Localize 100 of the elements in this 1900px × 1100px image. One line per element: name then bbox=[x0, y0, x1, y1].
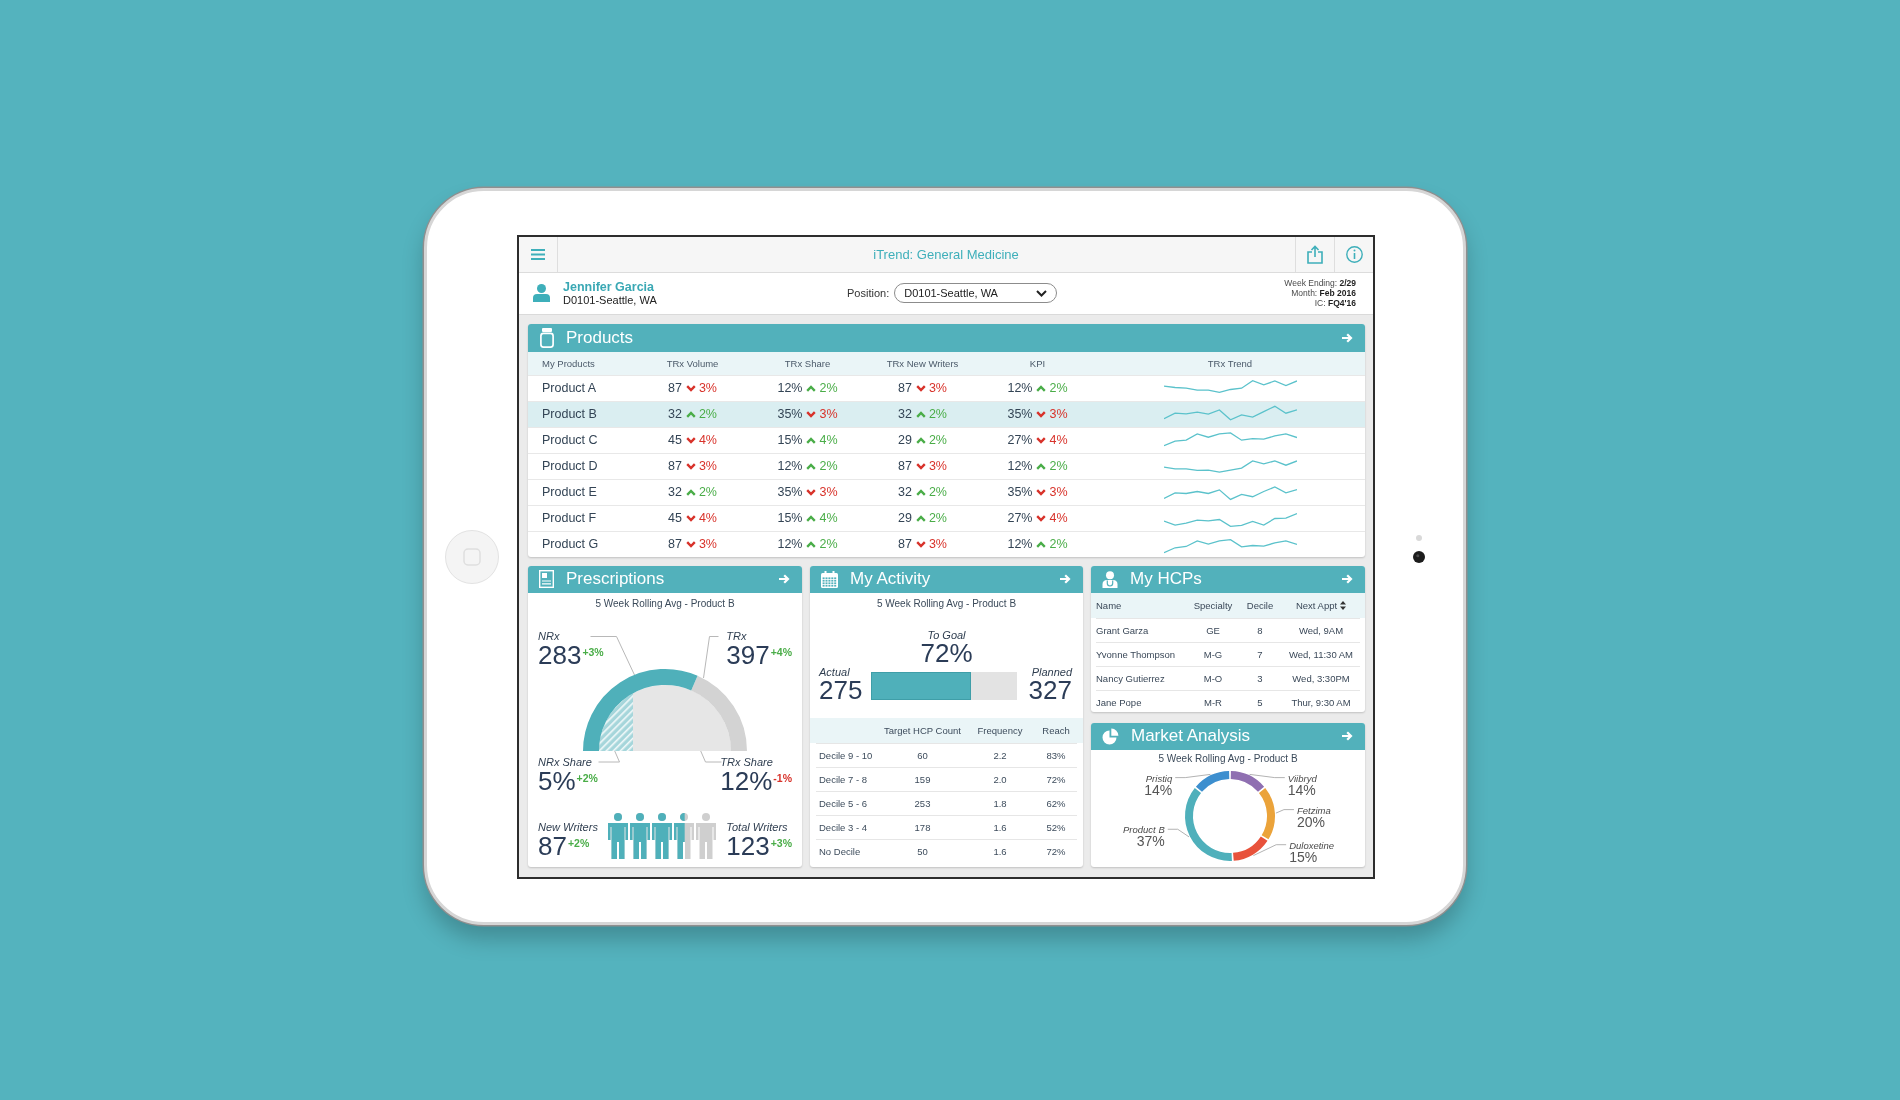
cell-change: 4% bbox=[819, 433, 838, 447]
leader-line bbox=[597, 750, 620, 763]
table-cell-text: 2.0 bbox=[992, 773, 1008, 785]
calendar-icon bbox=[821, 570, 838, 588]
cell-change: 4% bbox=[819, 511, 838, 525]
table-cell: Nancy Gutierrez bbox=[1096, 672, 1165, 684]
metric-change: +3% bbox=[582, 645, 604, 658]
table-row[interactable]: Product A 87 3% 12% 2% 87 3% 12% 2% bbox=[528, 374, 1365, 401]
cell-change: 2% bbox=[928, 407, 947, 421]
planned-value: 327 bbox=[1028, 677, 1072, 703]
metric-label: New Writers bbox=[538, 820, 598, 834]
column-header: Next Appt bbox=[1295, 599, 1338, 611]
row-header: Decile 5 - 6 bbox=[818, 797, 869, 809]
cell-value: 27% bbox=[1007, 511, 1033, 525]
cell-change: 2% bbox=[928, 485, 947, 499]
cell-value: 32 bbox=[668, 407, 682, 421]
cell-change: 2% bbox=[819, 459, 838, 473]
cell-value: 87 bbox=[898, 381, 912, 395]
arrow-right-icon bbox=[779, 574, 790, 584]
table-cell-text: 72% bbox=[1045, 773, 1067, 785]
table-cell-text: 1.6 bbox=[992, 845, 1008, 857]
cell-change: 3% bbox=[698, 537, 717, 551]
open-panel-button[interactable] bbox=[779, 574, 790, 584]
table-cell-text: 60 bbox=[916, 749, 929, 761]
slice-label: Duloxetine bbox=[1289, 839, 1335, 851]
open-panel-button[interactable] bbox=[1060, 574, 1071, 584]
column-header: TRx Volume bbox=[665, 357, 720, 369]
actual-label: Actual bbox=[819, 665, 850, 678]
menu-icon bbox=[531, 248, 545, 260]
cell-change: 2% bbox=[1049, 459, 1068, 473]
cell-change: 2% bbox=[698, 407, 717, 421]
table-row[interactable]: Product E 32 2% 35% 3% 32 2% 35% 3% bbox=[528, 478, 1365, 505]
column-header: KPI bbox=[1028, 357, 1047, 369]
table-row[interactable]: Product F 45 4% 15% 4% 29 2% 27% 4% bbox=[528, 504, 1365, 531]
cell-change: 4% bbox=[698, 511, 717, 525]
cell-value: 12% bbox=[1007, 381, 1033, 395]
cell-change: 2% bbox=[1049, 381, 1068, 395]
table-cell: Wed, 9AM bbox=[1298, 624, 1344, 636]
open-panel-button[interactable] bbox=[1342, 332, 1353, 343]
sort-icon[interactable] bbox=[1340, 600, 1347, 610]
table-cell: Jane Pope bbox=[1096, 696, 1142, 708]
column-header: My Products bbox=[541, 357, 596, 369]
cell-value: 29 bbox=[898, 433, 912, 447]
cell-value: 29 bbox=[898, 511, 912, 525]
metric-label: NRx Share bbox=[538, 755, 592, 769]
slice-value: 20% bbox=[1296, 813, 1325, 830]
table-row[interactable]: Product B 32 2% 35% 3% 32 2% 35% 3% bbox=[528, 400, 1365, 427]
cell-value: 15% bbox=[777, 511, 803, 525]
slice-label: Product B bbox=[1123, 823, 1165, 835]
product-name: Product A bbox=[541, 381, 598, 395]
cell-change: 3% bbox=[1049, 485, 1068, 499]
product-name: Product C bbox=[541, 433, 599, 447]
column-header: Frequency bbox=[976, 724, 1024, 736]
panel-subtitle: 5 Week Rolling Avg - Product B bbox=[594, 597, 736, 610]
leader-line bbox=[1249, 773, 1286, 778]
row-header: Decile 3 - 4 bbox=[818, 821, 869, 833]
panel-title: Products bbox=[566, 327, 634, 348]
product-name: Product B bbox=[541, 407, 598, 421]
open-panel-button[interactable] bbox=[1342, 731, 1353, 741]
metric-label: TRx bbox=[726, 629, 747, 643]
table-cell: Thur, 9:30 AM bbox=[1291, 696, 1351, 708]
actual-value: 275 bbox=[819, 677, 863, 703]
cell-value: 12% bbox=[777, 459, 803, 473]
info-icon bbox=[1345, 245, 1363, 263]
metric-value: 123 bbox=[726, 833, 770, 859]
metric-change: +4% bbox=[770, 645, 792, 658]
open-panel-button[interactable] bbox=[1342, 574, 1353, 584]
user-territory: D0101-Seattle, WA bbox=[563, 293, 657, 307]
column-header: Name bbox=[1096, 599, 1122, 611]
table-cell: M-O bbox=[1203, 672, 1223, 684]
camera-icon bbox=[1413, 550, 1425, 563]
table-cell: 5 bbox=[1257, 696, 1263, 708]
cell-change: 3% bbox=[928, 537, 947, 551]
table-row[interactable]: Product D 87 3% 12% 2% 87 3% 12% 2% bbox=[528, 452, 1365, 479]
cell-change: 3% bbox=[698, 459, 717, 473]
pie-chart-icon bbox=[1102, 727, 1119, 745]
table-row[interactable]: Product G 87 3% 12% 2% 87 3% 12% 2% bbox=[528, 530, 1365, 557]
arrow-right-icon bbox=[1342, 731, 1353, 741]
cell-change: 2% bbox=[928, 511, 947, 525]
metric-change: +2% bbox=[576, 771, 598, 784]
table-cell: GE bbox=[1206, 624, 1220, 636]
cell-value: 87 bbox=[668, 537, 682, 551]
panel-title: Prescriptions bbox=[566, 569, 665, 589]
position-dropdown[interactable]: D0101-Seattle, WA bbox=[894, 283, 1058, 303]
cell-value: 32 bbox=[668, 485, 682, 499]
table-cell: 3 bbox=[1257, 672, 1263, 684]
row-header: Decile 7 - 8 bbox=[818, 773, 869, 785]
cell-change: 3% bbox=[928, 381, 947, 395]
leader-line bbox=[1275, 808, 1295, 814]
slice-value: 37% bbox=[1136, 832, 1165, 849]
arrow-right-icon bbox=[1342, 332, 1353, 343]
cell-value: 27% bbox=[1007, 433, 1033, 447]
product-name: Product E bbox=[541, 485, 598, 499]
period-info: Week Ending: 2/29 bbox=[1284, 278, 1356, 288]
table-row[interactable]: Product C 45 4% 15% 4% 29 2% 27% 4% bbox=[528, 426, 1365, 453]
cell-value: 15% bbox=[777, 433, 803, 447]
table-cell: M-G bbox=[1203, 648, 1223, 660]
chevron-down-icon bbox=[1036, 289, 1048, 297]
cell-change: 3% bbox=[698, 381, 717, 395]
metric-value: 87 bbox=[538, 833, 567, 859]
